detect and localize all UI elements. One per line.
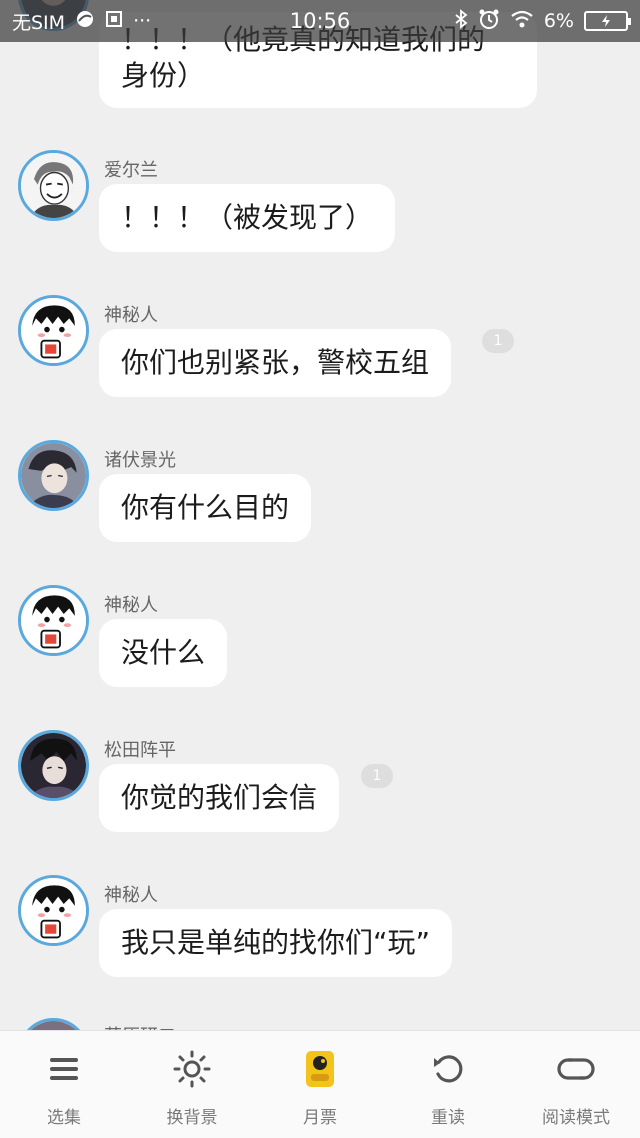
avatar[interactable]: [18, 730, 89, 801]
message-bubble[interactable]: 没什么: [99, 619, 228, 687]
menu-icon: [44, 1049, 84, 1089]
sender-name: 神秘人: [104, 595, 158, 616]
bluetooth-icon: [454, 8, 468, 34]
episodes-label: 选集: [47, 1108, 81, 1128]
alarm-icon: [478, 8, 500, 35]
avatar[interactable]: [18, 295, 89, 366]
change-background-button[interactable]: 换背景: [128, 1031, 256, 1128]
sender-name: 爱尔兰: [104, 160, 158, 181]
status-bar: 无SIM ··· 10:56 6%: [0, 0, 640, 42]
avatar[interactable]: [18, 585, 89, 656]
reload-icon: [428, 1049, 468, 1089]
battery-percent: 6%: [543, 10, 574, 32]
message-bubble[interactable]: 你有什么目的: [99, 474, 312, 542]
message-text-line: 身份）: [121, 59, 206, 92]
episodes-button[interactable]: 选集: [0, 1031, 128, 1128]
battery-icon: [584, 11, 631, 31]
message-bubble[interactable]: 你们也别紧张，警校五组: [99, 329, 452, 397]
comment-count-badge[interactable]: 1: [361, 764, 393, 788]
avatar[interactable]: [18, 875, 89, 946]
comment-count-badge[interactable]: 1: [482, 329, 514, 353]
sender-name: 诸伏景光: [104, 450, 176, 471]
change-background-label: 换背景: [166, 1108, 218, 1128]
sun-icon: [172, 1049, 212, 1089]
more-notifications-icon: ···: [133, 10, 152, 32]
loop-icon: [556, 1049, 596, 1089]
notification-box-icon: [105, 10, 123, 33]
sender-name: 松田阵平: [104, 740, 176, 761]
avatar[interactable]: [18, 440, 89, 511]
wifi-icon: [510, 9, 534, 34]
message-bubble[interactable]: 我只是单纯的找你们“玩”: [99, 909, 453, 977]
chat-area[interactable]: ！！！（他竟真的知道我们的 身份） 爱尔兰 ！！！（被发现了）: [0, 0, 640, 1030]
sender-name: 神秘人: [104, 885, 158, 906]
sender-name: 神秘人: [104, 305, 158, 326]
bottom-toolbar: 选集 换背景 月票 重读 阅读模式: [0, 1030, 640, 1138]
message-bubble[interactable]: ！！！（被发现了）: [99, 184, 396, 252]
monthly-ticket-label: 月票: [303, 1108, 337, 1128]
reading-mode-label: 阅读模式: [542, 1108, 610, 1128]
avatar[interactable]: [18, 150, 89, 221]
avatar[interactable]: [18, 1018, 89, 1030]
reread-label: 重读: [431, 1108, 465, 1128]
monthly-ticket-button[interactable]: 月票: [256, 1031, 384, 1128]
carrier-label: 无SIM: [12, 11, 66, 34]
sender-name: 萩原研二: [104, 1022, 176, 1030]
monthly-ticket-icon: [300, 1049, 340, 1089]
message-bubble[interactable]: 你觉的我们会信: [99, 764, 340, 832]
reread-button[interactable]: 重读: [384, 1031, 512, 1128]
notification-app-icon: [75, 9, 95, 34]
reading-mode-button[interactable]: 阅读模式: [512, 1031, 640, 1128]
